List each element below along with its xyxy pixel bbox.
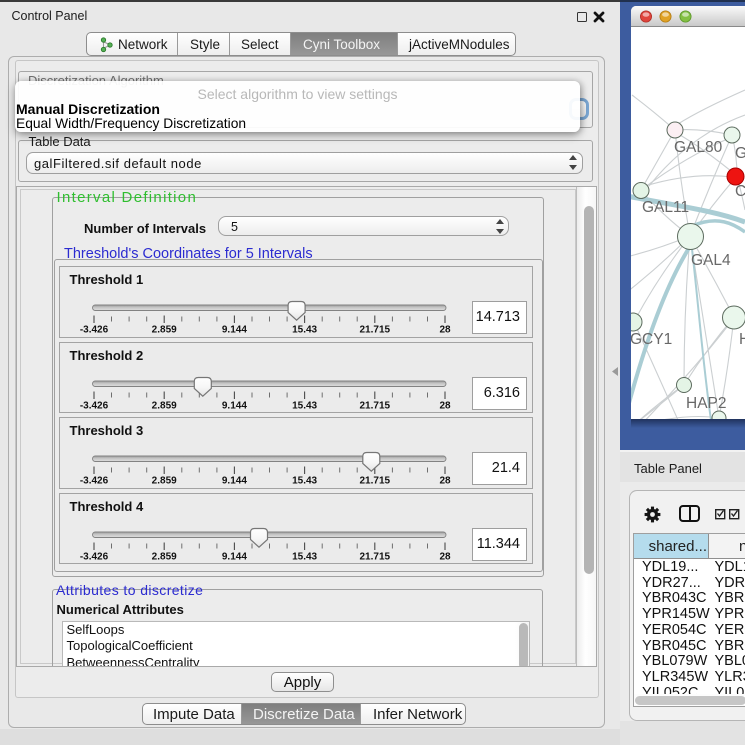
svg-text:H: H bbox=[739, 331, 745, 348]
svg-text:15.43: 15.43 bbox=[292, 551, 317, 562]
svg-text:GAL11: GAL11 bbox=[642, 199, 689, 216]
svg-text:9.144: 9.144 bbox=[221, 551, 246, 562]
svg-text:2.859: 2.859 bbox=[151, 476, 176, 487]
svg-text:-3.426: -3.426 bbox=[79, 400, 108, 411]
svg-text:GAL80: GAL80 bbox=[674, 139, 723, 156]
svg-text:28: 28 bbox=[439, 325, 451, 336]
svg-text:28: 28 bbox=[439, 476, 451, 487]
svg-text:GA: GA bbox=[735, 145, 745, 162]
svg-text:GCY1: GCY1 bbox=[631, 331, 672, 348]
svg-text:2.859: 2.859 bbox=[151, 400, 176, 411]
svg-text:9.144: 9.144 bbox=[221, 325, 246, 336]
svg-text:21.715: 21.715 bbox=[359, 476, 390, 487]
svg-text:21.715: 21.715 bbox=[359, 325, 390, 336]
svg-text:28: 28 bbox=[439, 551, 451, 562]
svg-text:15.43: 15.43 bbox=[292, 400, 317, 411]
svg-text:C: C bbox=[735, 183, 745, 200]
svg-text:-3.426: -3.426 bbox=[79, 476, 108, 487]
svg-text:9.144: 9.144 bbox=[221, 476, 246, 487]
svg-text:28: 28 bbox=[439, 400, 451, 411]
svg-text:GAL4: GAL4 bbox=[691, 252, 731, 269]
svg-text:9.144: 9.144 bbox=[221, 400, 246, 411]
svg-text:2.859: 2.859 bbox=[151, 325, 176, 336]
svg-text:15.43: 15.43 bbox=[292, 476, 317, 487]
svg-text:21.715: 21.715 bbox=[359, 400, 390, 411]
svg-text:HAP2: HAP2 bbox=[686, 395, 727, 412]
svg-text:-3.426: -3.426 bbox=[79, 325, 108, 336]
svg-text:-3.426: -3.426 bbox=[79, 551, 108, 562]
svg-text:15.43: 15.43 bbox=[292, 325, 317, 336]
svg-text:21.715: 21.715 bbox=[359, 551, 390, 562]
svg-text:2.859: 2.859 bbox=[151, 551, 176, 562]
